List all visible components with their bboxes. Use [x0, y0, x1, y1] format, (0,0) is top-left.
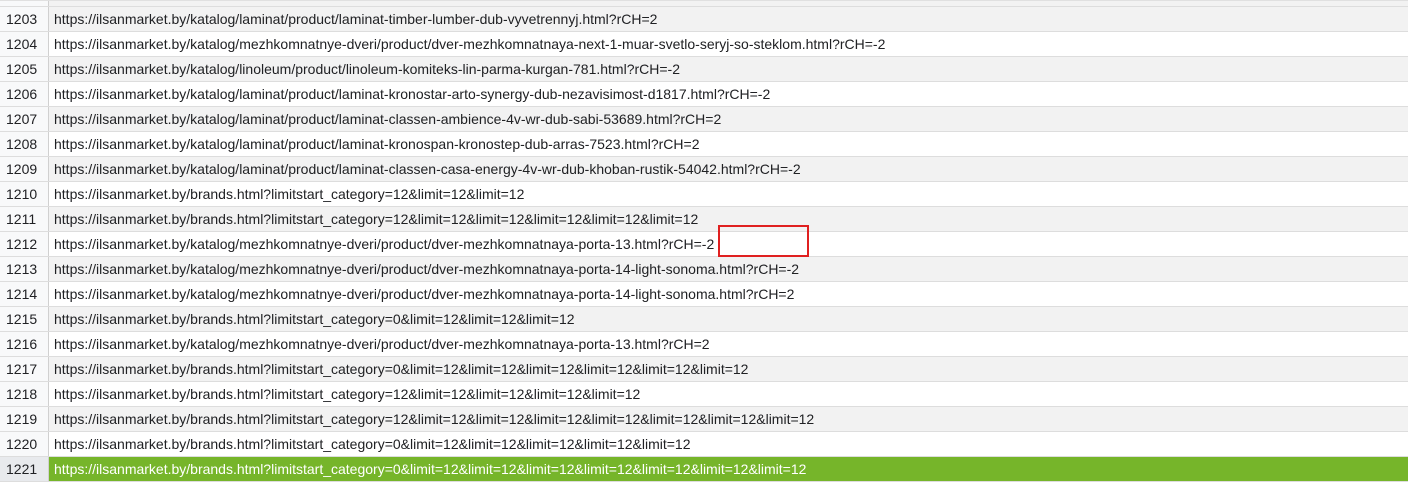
row-number-cell[interactable]: 1214: [0, 282, 49, 306]
row-number-cell[interactable]: 1205: [0, 57, 49, 81]
url-cell[interactable]: https://ilsanmarket.by/katalog/laminat/p…: [49, 132, 1408, 156]
row-number-cell[interactable]: 1215: [0, 307, 49, 331]
table-row[interactable]: 1203 https://ilsanmarket.by/katalog/lamin…: [0, 7, 1408, 32]
url-cell: [49, 1, 1408, 6]
table-row-selected[interactable]: 1221 https://ilsanmarket.by/brands.html?l…: [0, 457, 1408, 482]
url-cell[interactable]: https://ilsanmarket.by/katalog/mezhkomna…: [49, 232, 1408, 256]
table-row[interactable]: 1204 https://ilsanmarket.by/katalog/mezhk…: [0, 32, 1408, 57]
spreadsheet-grid: 1203 https://ilsanmarket.by/katalog/lamin…: [0, 0, 1408, 483]
row-number-cell[interactable]: 1208: [0, 132, 49, 156]
url-cell[interactable]: https://ilsanmarket.by/brands.html?limit…: [49, 407, 1408, 431]
url-cell[interactable]: https://ilsanmarket.by/brands.html?limit…: [49, 432, 1408, 456]
row-number-cell[interactable]: 1212: [0, 232, 49, 256]
table-row[interactable]: 1209 https://ilsanmarket.by/katalog/lamin…: [0, 157, 1408, 182]
row-number-cell[interactable]: 1218: [0, 382, 49, 406]
row-number-cell[interactable]: 1220: [0, 432, 49, 456]
table-row[interactable]: 1217 https://ilsanmarket.by/brands.html?l…: [0, 357, 1408, 382]
table-row[interactable]: 1210 https://ilsanmarket.by/brands.html?l…: [0, 182, 1408, 207]
table-row[interactable]: 1220 https://ilsanmarket.by/brands.html?l…: [0, 432, 1408, 457]
row-number-cell[interactable]: 1207: [0, 107, 49, 131]
url-cell[interactable]: https://ilsanmarket.by/katalog/linoleum/…: [49, 57, 1408, 81]
row-number-cell[interactable]: 1203: [0, 7, 49, 31]
url-cell[interactable]: https://ilsanmarket.by/brands.html?limit…: [49, 207, 1408, 231]
url-cell[interactable]: https://ilsanmarket.by/katalog/mezhkomna…: [49, 257, 1408, 281]
row-number-cell[interactable]: 1221: [0, 457, 49, 481]
url-cell[interactable]: https://ilsanmarket.by/brands.html?limit…: [49, 457, 1408, 481]
url-cell[interactable]: https://ilsanmarket.by/brands.html?limit…: [49, 307, 1408, 331]
row-number-cell[interactable]: 1206: [0, 82, 49, 106]
row-number-cell[interactable]: 1217: [0, 357, 49, 381]
row-number-cell[interactable]: 1209: [0, 157, 49, 181]
table-row[interactable]: 1205 https://ilsanmarket.by/katalog/linol…: [0, 57, 1408, 82]
table-row[interactable]: 1214 https://ilsanmarket.by/katalog/mezhk…: [0, 282, 1408, 307]
table-row[interactable]: 1218 https://ilsanmarket.by/brands.html?l…: [0, 382, 1408, 407]
table-row[interactable]: 1212 https://ilsanmarket.by/katalog/mezhk…: [0, 232, 1408, 257]
row-number-cell[interactable]: 1210: [0, 182, 49, 206]
table-row[interactable]: 1215 https://ilsanmarket.by/brands.html?l…: [0, 307, 1408, 332]
table-row[interactable]: 1208 https://ilsanmarket.by/katalog/lamin…: [0, 132, 1408, 157]
url-cell[interactable]: https://ilsanmarket.by/katalog/mezhkomna…: [49, 332, 1408, 356]
url-cell[interactable]: https://ilsanmarket.by/katalog/mezhkomna…: [49, 32, 1408, 56]
url-cell[interactable]: https://ilsanmarket.by/brands.html?limit…: [49, 357, 1408, 381]
table-row[interactable]: 1206 https://ilsanmarket.by/katalog/lamin…: [0, 82, 1408, 107]
url-cell[interactable]: https://ilsanmarket.by/katalog/laminat/p…: [49, 7, 1408, 31]
table-row[interactable]: 1207 https://ilsanmarket.by/katalog/lamin…: [0, 107, 1408, 132]
table-row[interactable]: 1219 https://ilsanmarket.by/brands.html?l…: [0, 407, 1408, 432]
row-number-cell[interactable]: 1204: [0, 32, 49, 56]
url-cell[interactable]: https://ilsanmarket.by/brands.html?limit…: [49, 182, 1408, 206]
row-number-cell[interactable]: 1211: [0, 207, 49, 231]
table-row[interactable]: 1216 https://ilsanmarket.by/katalog/mezhk…: [0, 332, 1408, 357]
row-number-cell[interactable]: 1216: [0, 332, 49, 356]
row-number-cell[interactable]: 1219: [0, 407, 49, 431]
rows-container: 1203 https://ilsanmarket.by/katalog/lamin…: [0, 7, 1408, 482]
row-number-cell[interactable]: 1213: [0, 257, 49, 281]
table-row[interactable]: 1213 https://ilsanmarket.by/katalog/mezhk…: [0, 257, 1408, 282]
url-cell[interactable]: https://ilsanmarket.by/katalog/laminat/p…: [49, 157, 1408, 181]
table-row[interactable]: 1211 https://ilsanmarket.by/brands.html?l…: [0, 207, 1408, 232]
url-cell[interactable]: https://ilsanmarket.by/brands.html?limit…: [49, 382, 1408, 406]
url-cell[interactable]: https://ilsanmarket.by/katalog/laminat/p…: [49, 82, 1408, 106]
url-cell[interactable]: https://ilsanmarket.by/katalog/laminat/p…: [49, 107, 1408, 131]
row-number-cell: [0, 1, 49, 6]
url-cell[interactable]: https://ilsanmarket.by/katalog/mezhkomna…: [49, 282, 1408, 306]
